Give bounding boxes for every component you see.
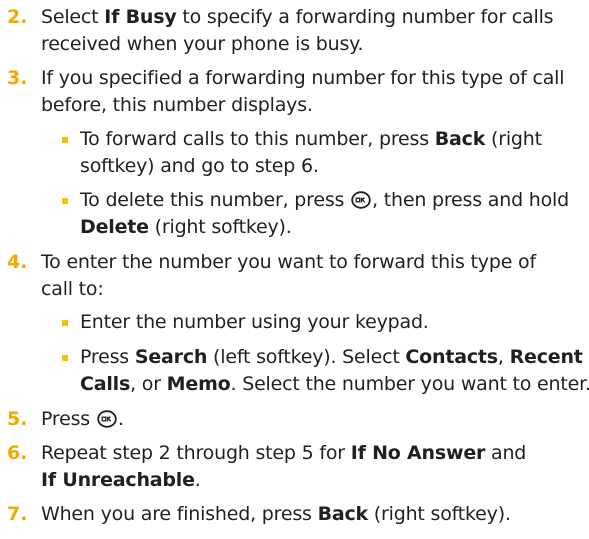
bullet-marker bbox=[62, 355, 68, 361]
option-if-busy: If Busy bbox=[104, 6, 177, 28]
step-5-line-1: Press . bbox=[41, 408, 124, 430]
step-2-line-1: Select If Busy to specify a forwarding n… bbox=[41, 6, 554, 28]
instructions-page: 2. Select If Busy to specify a forwardin… bbox=[0, 0, 589, 539]
step-3-bullet-1-line-1: To forward calls to this number, press B… bbox=[80, 128, 542, 150]
step-number: 2. bbox=[7, 6, 28, 28]
step-4-line-2: call to: bbox=[41, 278, 104, 300]
step-6-line-2: If Unreachable. bbox=[41, 469, 201, 491]
step-number: 4. bbox=[7, 251, 28, 273]
step-3-line-2: before, this number displays. bbox=[41, 94, 313, 116]
step-number: 3. bbox=[7, 67, 28, 89]
option-if-no-answer: If No Answer bbox=[350, 442, 486, 464]
step-4-bullet-1-line-1: Enter the number using your keypad. bbox=[80, 311, 429, 333]
ok-key-icon bbox=[97, 410, 117, 428]
bullet-marker bbox=[62, 320, 68, 326]
bullet-marker bbox=[62, 198, 68, 204]
step-2-line-2: received when your phone is busy. bbox=[41, 33, 364, 55]
step-7-line-1: When you are finished, press Back (right… bbox=[41, 503, 511, 525]
option-if-unreachable: If Unreachable bbox=[41, 469, 195, 491]
step-6-line-1: Repeat step 2 through step 5 for If No A… bbox=[41, 442, 527, 464]
step-4-bullet-2-line-2: Calls, or Memo. Select the number you wa… bbox=[80, 373, 589, 395]
step-3-bullet-2-line-2: Delete (right softkey). bbox=[80, 216, 292, 238]
step-number: 5. bbox=[7, 408, 28, 430]
step-4-line-1: To enter the number you want to forward … bbox=[41, 251, 536, 273]
step-3-bullet-1-line-2: softkey) and go to step 6. bbox=[80, 155, 319, 177]
step-number: 7. bbox=[7, 503, 28, 525]
step-3-line-1: If you specified a forwarding number for… bbox=[41, 67, 565, 89]
step-4-bullet-2-line-1: Press Search (left softkey). Select Cont… bbox=[80, 346, 583, 368]
step-3-bullet-2-line-1: To delete this number, press , then pres… bbox=[80, 189, 569, 211]
bullet-marker bbox=[62, 137, 68, 143]
step-number: 6. bbox=[7, 442, 28, 464]
ok-key-icon bbox=[351, 191, 371, 209]
